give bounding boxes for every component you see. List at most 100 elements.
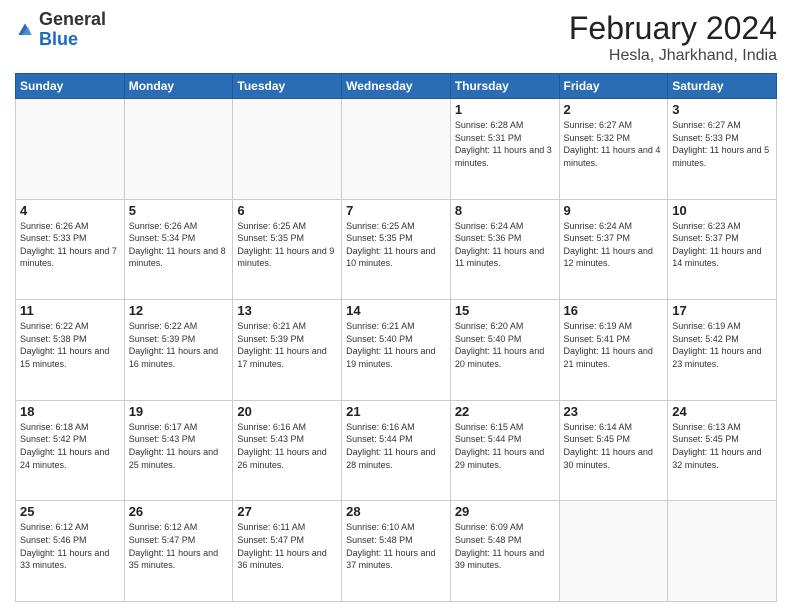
day-info: Sunrise: 6:14 AM Sunset: 5:45 PM Dayligh… xyxy=(564,421,664,471)
day-info: Sunrise: 6:15 AM Sunset: 5:44 PM Dayligh… xyxy=(455,421,555,471)
day-number: 11 xyxy=(20,303,120,318)
logo-general: GeneralBlue xyxy=(39,9,106,49)
header: GeneralBlue February 2024 Hesla, Jharkha… xyxy=(15,10,777,65)
day-info: Sunrise: 6:26 AM Sunset: 5:34 PM Dayligh… xyxy=(129,220,229,270)
day-info: Sunrise: 6:22 AM Sunset: 5:39 PM Dayligh… xyxy=(129,320,229,370)
day-info: Sunrise: 6:19 AM Sunset: 5:42 PM Dayligh… xyxy=(672,320,772,370)
calendar-cell: 24 Sunrise: 6:13 AM Sunset: 5:45 PM Dayli… xyxy=(668,400,777,501)
day-number: 4 xyxy=(20,203,120,218)
day-number: 18 xyxy=(20,404,120,419)
day-info: Sunrise: 6:27 AM Sunset: 5:33 PM Dayligh… xyxy=(672,119,772,169)
day-number: 9 xyxy=(564,203,664,218)
day-number: 5 xyxy=(129,203,229,218)
day-number: 21 xyxy=(346,404,446,419)
calendar-week-3: 11 Sunrise: 6:22 AM Sunset: 5:38 PM Dayli… xyxy=(16,300,777,401)
col-wednesday: Wednesday xyxy=(342,74,451,99)
calendar-week-1: 1Sunrise: 6:28 AM Sunset: 5:31 PM Daylig… xyxy=(16,99,777,200)
day-number: 12 xyxy=(129,303,229,318)
calendar-cell: 15 Sunrise: 6:20 AM Sunset: 5:40 PM Dayli… xyxy=(450,300,559,401)
day-number: 28 xyxy=(346,504,446,519)
day-info: Sunrise: 6:16 AM Sunset: 5:43 PM Dayligh… xyxy=(237,421,337,471)
header-row: Sunday Monday Tuesday Wednesday Thursday… xyxy=(16,74,777,99)
calendar-cell: 13 Sunrise: 6:21 AM Sunset: 5:39 PM Dayli… xyxy=(233,300,342,401)
day-info: Sunrise: 6:21 AM Sunset: 5:39 PM Dayligh… xyxy=(237,320,337,370)
day-info: Sunrise: 6:25 AM Sunset: 5:35 PM Dayligh… xyxy=(346,220,446,270)
day-number: 29 xyxy=(455,504,555,519)
day-number: 16 xyxy=(564,303,664,318)
calendar-cell: 21 Sunrise: 6:16 AM Sunset: 5:44 PM Dayli… xyxy=(342,400,451,501)
day-number: 6 xyxy=(237,203,337,218)
day-info: Sunrise: 6:13 AM Sunset: 5:45 PM Dayligh… xyxy=(672,421,772,471)
calendar-table: Sunday Monday Tuesday Wednesday Thursday… xyxy=(15,73,777,602)
page: GeneralBlue February 2024 Hesla, Jharkha… xyxy=(0,0,792,612)
calendar-cell xyxy=(342,99,451,200)
calendar-cell: 28 Sunrise: 6:10 AM Sunset: 5:48 PM Dayli… xyxy=(342,501,451,602)
location-title: Hesla, Jharkhand, India xyxy=(569,47,777,65)
day-info: Sunrise: 6:20 AM Sunset: 5:40 PM Dayligh… xyxy=(455,320,555,370)
day-number: 7 xyxy=(346,203,446,218)
day-number: 26 xyxy=(129,504,229,519)
day-info: Sunrise: 6:22 AM Sunset: 5:38 PM Dayligh… xyxy=(20,320,120,370)
day-number: 13 xyxy=(237,303,337,318)
calendar-cell xyxy=(233,99,342,200)
calendar-cell: 7 Sunrise: 6:25 AM Sunset: 5:35 PM Daylig… xyxy=(342,199,451,300)
calendar-cell: 22 Sunrise: 6:15 AM Sunset: 5:44 PM Dayli… xyxy=(450,400,559,501)
calendar-cell: 20 Sunrise: 6:16 AM Sunset: 5:43 PM Dayli… xyxy=(233,400,342,501)
calendar-cell: 1Sunrise: 6:28 AM Sunset: 5:31 PM Daylig… xyxy=(450,99,559,200)
day-info: Sunrise: 6:09 AM Sunset: 5:48 PM Dayligh… xyxy=(455,521,555,571)
day-info: Sunrise: 6:11 AM Sunset: 5:47 PM Dayligh… xyxy=(237,521,337,571)
calendar-cell: 26 Sunrise: 6:12 AM Sunset: 5:47 PM Dayli… xyxy=(124,501,233,602)
day-info: Sunrise: 6:21 AM Sunset: 5:40 PM Dayligh… xyxy=(346,320,446,370)
day-number: 15 xyxy=(455,303,555,318)
calendar-cell: 27 Sunrise: 6:11 AM Sunset: 5:47 PM Dayli… xyxy=(233,501,342,602)
calendar-week-2: 4 Sunrise: 6:26 AM Sunset: 5:33 PM Daylig… xyxy=(16,199,777,300)
calendar-cell: 29 Sunrise: 6:09 AM Sunset: 5:48 PM Dayli… xyxy=(450,501,559,602)
calendar-cell xyxy=(16,99,125,200)
day-info: Sunrise: 6:23 AM Sunset: 5:37 PM Dayligh… xyxy=(672,220,772,270)
calendar-cell: 25Sunrise: 6:12 AM Sunset: 5:46 PM Dayli… xyxy=(16,501,125,602)
day-info: Sunrise: 6:12 AM Sunset: 5:47 PM Dayligh… xyxy=(129,521,229,571)
calendar-cell: 19 Sunrise: 6:17 AM Sunset: 5:43 PM Dayli… xyxy=(124,400,233,501)
day-info: Sunrise: 6:26 AM Sunset: 5:33 PM Dayligh… xyxy=(20,220,120,270)
calendar-cell: 2Sunrise: 6:27 AM Sunset: 5:32 PM Daylig… xyxy=(559,99,668,200)
calendar-cell xyxy=(124,99,233,200)
day-number: 14 xyxy=(346,303,446,318)
day-number: 19 xyxy=(129,404,229,419)
col-saturday: Saturday xyxy=(668,74,777,99)
day-info: Sunrise: 6:17 AM Sunset: 5:43 PM Dayligh… xyxy=(129,421,229,471)
calendar-cell: 8 Sunrise: 6:24 AM Sunset: 5:36 PM Daylig… xyxy=(450,199,559,300)
day-info: Sunrise: 6:24 AM Sunset: 5:36 PM Dayligh… xyxy=(455,220,555,270)
calendar-cell: 18Sunrise: 6:18 AM Sunset: 5:42 PM Dayli… xyxy=(16,400,125,501)
calendar-cell: 23Sunrise: 6:14 AM Sunset: 5:45 PM Dayli… xyxy=(559,400,668,501)
calendar-cell: 6 Sunrise: 6:25 AM Sunset: 5:35 PM Daylig… xyxy=(233,199,342,300)
day-number: 20 xyxy=(237,404,337,419)
day-number: 8 xyxy=(455,203,555,218)
day-info: Sunrise: 6:25 AM Sunset: 5:35 PM Dayligh… xyxy=(237,220,337,270)
calendar-week-5: 25Sunrise: 6:12 AM Sunset: 5:46 PM Dayli… xyxy=(16,501,777,602)
day-number: 3 xyxy=(672,102,772,117)
col-sunday: Sunday xyxy=(16,74,125,99)
calendar-cell: 14 Sunrise: 6:21 AM Sunset: 5:40 PM Dayli… xyxy=(342,300,451,401)
day-number: 25 xyxy=(20,504,120,519)
day-info: Sunrise: 6:10 AM Sunset: 5:48 PM Dayligh… xyxy=(346,521,446,571)
calendar-body: 1Sunrise: 6:28 AM Sunset: 5:31 PM Daylig… xyxy=(16,99,777,602)
day-number: 24 xyxy=(672,404,772,419)
calendar-cell: 3 Sunrise: 6:27 AM Sunset: 5:33 PM Daylig… xyxy=(668,99,777,200)
calendar-cell: 11 Sunrise: 6:22 AM Sunset: 5:38 PM Dayli… xyxy=(16,300,125,401)
day-info: Sunrise: 6:19 AM Sunset: 5:41 PM Dayligh… xyxy=(564,320,664,370)
calendar-cell: 16 Sunrise: 6:19 AM Sunset: 5:41 PM Dayli… xyxy=(559,300,668,401)
calendar-cell: 17 Sunrise: 6:19 AM Sunset: 5:42 PM Dayli… xyxy=(668,300,777,401)
title-block: February 2024 Hesla, Jharkhand, India xyxy=(569,10,777,65)
day-number: 10 xyxy=(672,203,772,218)
calendar-cell: 9 Sunrise: 6:24 AM Sunset: 5:37 PM Daylig… xyxy=(559,199,668,300)
calendar-cell: 5 Sunrise: 6:26 AM Sunset: 5:34 PM Daylig… xyxy=(124,199,233,300)
day-info: Sunrise: 6:24 AM Sunset: 5:37 PM Dayligh… xyxy=(564,220,664,270)
month-title: February 2024 xyxy=(569,10,777,47)
col-monday: Monday xyxy=(124,74,233,99)
day-number: 17 xyxy=(672,303,772,318)
day-number: 2 xyxy=(564,102,664,117)
calendar-week-4: 18Sunrise: 6:18 AM Sunset: 5:42 PM Dayli… xyxy=(16,400,777,501)
day-number: 22 xyxy=(455,404,555,419)
day-number: 27 xyxy=(237,504,337,519)
day-info: Sunrise: 6:16 AM Sunset: 5:44 PM Dayligh… xyxy=(346,421,446,471)
